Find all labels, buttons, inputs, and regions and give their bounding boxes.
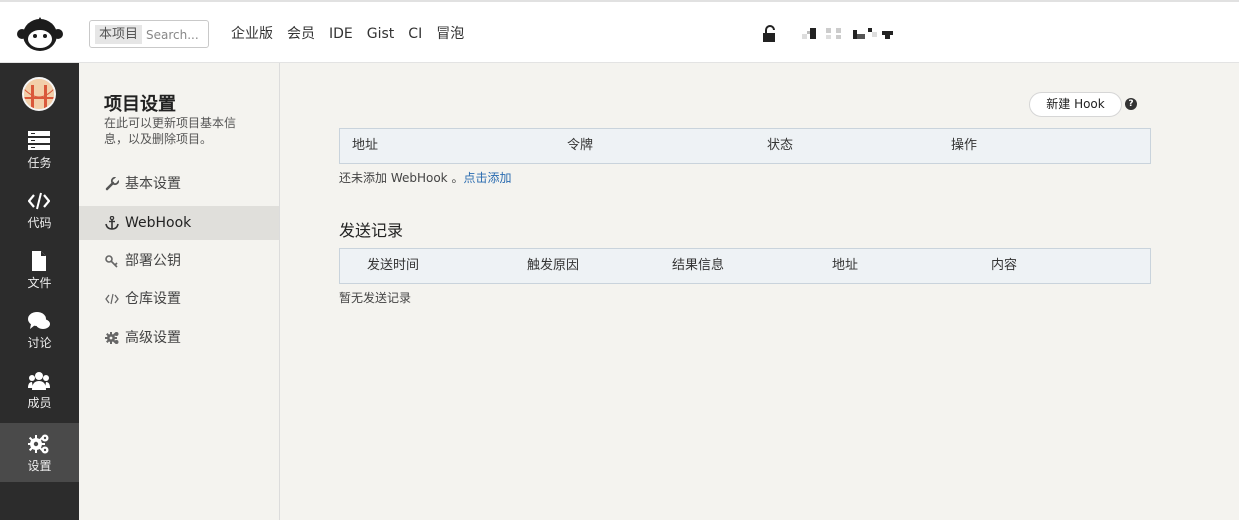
nav-link-membership[interactable]: 会员	[287, 24, 315, 44]
nav-link-enterprise[interactable]: 企业版	[231, 24, 273, 44]
sidebar-item-label: 代码	[27, 216, 52, 230]
column-header-address: 地址	[832, 258, 859, 273]
sidebar-item-label: 文件	[27, 276, 52, 290]
settings-nav-basic[interactable]: 基本设置	[79, 167, 279, 201]
settings-nav-label: 基本设置	[125, 176, 181, 192]
top-bar: 本项目 企业版 会员 IDE Gist CI 冒泡	[0, 0, 1239, 63]
anchor-icon	[105, 216, 119, 230]
members-icon	[28, 372, 50, 390]
search-input[interactable]	[146, 25, 206, 44]
settings-nav-repository[interactable]: 仓库设置	[79, 282, 279, 316]
column-header-token: 令牌	[567, 138, 594, 153]
settings-icon	[28, 434, 49, 454]
settings-title: 项目设置	[104, 94, 176, 115]
tasks-icon	[28, 131, 50, 150]
nav-link-ci[interactable]: CI	[408, 24, 422, 44]
unlock-icon[interactable]	[762, 25, 778, 42]
sidebar-item-code[interactable]: 代码	[0, 180, 79, 239]
column-header-address: 地址	[352, 138, 379, 153]
webhook-table-header: 地址 令牌 状态 操作	[339, 128, 1151, 164]
bridge-image	[24, 79, 54, 109]
settings-nav-label: WebHook	[125, 215, 192, 231]
settings-nav-webhook[interactable]: WebHook	[79, 206, 279, 240]
settings-nav-label: 高级设置	[125, 330, 181, 346]
webhook-empty-message: 还未添加 WebHook 。点击添加	[339, 169, 511, 186]
nav-link-gist[interactable]: Gist	[367, 24, 395, 44]
sidebar-item-label: 设置	[27, 459, 52, 473]
records-table-header: 发送时间 触发原因 结果信息 地址 内容	[339, 248, 1151, 284]
column-header-result: 结果信息	[672, 258, 725, 273]
sidebar-item-label: 成员	[27, 396, 52, 410]
column-header-status: 状态	[767, 138, 794, 153]
webhook-panel: 新建 Hook ? 地址 令牌 状态 操作 还未添加 WebHook 。点击添加…	[280, 63, 1239, 520]
nav-link-bubble[interactable]: 冒泡	[436, 24, 464, 44]
settings-nav-label: 部署公钥	[125, 253, 181, 269]
sidebar-item-tasks[interactable]: 任务	[0, 120, 79, 179]
search-scope-label[interactable]: 本项目	[95, 25, 143, 44]
top-nav: 企业版 会员 IDE Gist CI 冒泡	[231, 24, 464, 44]
column-header-trigger: 触发原因	[527, 258, 580, 273]
wrench-icon	[105, 177, 119, 191]
project-avatar[interactable]	[22, 77, 56, 111]
sidebar-item-files[interactable]: 文件	[0, 240, 79, 299]
code-icon	[28, 192, 50, 210]
code-icon	[105, 293, 119, 305]
column-header-actions: 操作	[951, 138, 978, 153]
records-title: 发送记录	[339, 221, 404, 240]
sidebar-item-discussion[interactable]: 讨论	[0, 300, 79, 359]
main-sidebar: 任务 代码 文件 讨论 成员 设置	[0, 63, 79, 520]
records-empty-message: 暂无发送记录	[339, 291, 412, 305]
gear-icon	[105, 332, 119, 344]
webhook-empty-text: 还未添加 WebHook 。	[339, 171, 464, 185]
settings-nav-deploy-key[interactable]: 部署公钥	[79, 244, 279, 278]
help-icon[interactable]: ?	[1125, 98, 1137, 110]
add-webhook-link[interactable]: 点击添加	[463, 171, 511, 185]
column-header-send-time: 发送时间	[367, 258, 420, 273]
sidebar-item-label: 任务	[27, 156, 52, 170]
new-hook-button[interactable]: 新建 Hook	[1029, 92, 1122, 117]
settings-nav: 项目设置 在此可以更新项目基本信息，以及删除项目。 基本设置 WebHook 部…	[79, 63, 280, 520]
file-icon	[32, 251, 46, 271]
nav-link-ide[interactable]: IDE	[329, 24, 353, 44]
sidebar-item-members[interactable]: 成员	[0, 360, 79, 419]
chat-icon	[28, 312, 50, 329]
key-icon	[105, 255, 118, 268]
search-box[interactable]: 本项目	[89, 20, 209, 48]
monkey-logo-icon[interactable]	[16, 14, 64, 54]
column-header-content: 内容	[991, 258, 1018, 273]
settings-nav-advanced[interactable]: 高级设置	[79, 321, 279, 355]
sidebar-item-label: 讨论	[27, 336, 52, 350]
user-name-redacted[interactable]	[800, 28, 896, 40]
sidebar-item-settings[interactable]: 设置	[0, 423, 79, 482]
settings-nav-label: 仓库设置	[125, 291, 181, 307]
settings-description: 在此可以更新项目基本信息，以及删除项目。	[104, 116, 237, 146]
